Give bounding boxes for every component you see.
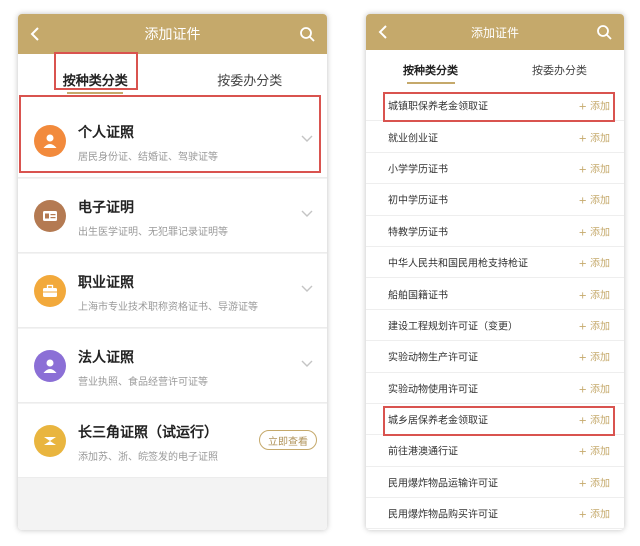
tab-label: 按种类分类 — [403, 64, 458, 77]
back-arrow-icon[interactable] — [376, 24, 392, 40]
header-bar: 添加证件 — [18, 14, 327, 54]
certificate-list: 城镇职保养老金领取证 + 添加 就业创业证 + 添加 小学学历证书 + 添加 初中学历… — [366, 90, 624, 530]
tab-bar: 按种类分类 按委办分类 — [366, 50, 624, 90]
add-button[interactable]: + 添加 — [578, 286, 610, 301]
list-item[interactable]: 建设工程规划许可证（变更） + 添加 — [366, 309, 624, 342]
list-item[interactable]: 就业创业证 + 添加 — [366, 121, 624, 153]
page-title: 添加证件 — [144, 27, 201, 43]
tab-by-department[interactable]: 按委办分类 — [173, 54, 328, 104]
certificate-name: 建设工程规划许可证（变更） — [388, 321, 518, 333]
category-subtitle: 添加苏、浙、皖签发的电子证照 — [78, 452, 218, 463]
certificate-name: 实验动物生产许可证 — [388, 352, 478, 364]
category-title: 电子证明 — [78, 200, 134, 216]
list-item[interactable]: 初中学历证书 + 添加 — [366, 184, 624, 216]
list-item[interactable]: 小学学历证书 + 添加 — [366, 152, 624, 185]
add-button[interactable]: + 添加 — [578, 192, 610, 207]
list-item[interactable]: 民用爆炸物品运输许可证 + 添加 — [366, 466, 624, 499]
category-title: 职业证照 — [78, 275, 134, 291]
view-now-button[interactable]: 立即查看 — [259, 430, 317, 450]
certificate-name: 特教学历证书 — [388, 227, 448, 239]
certificate-name: 小学学历证书 — [388, 164, 448, 176]
add-button[interactable]: + 添加 — [578, 317, 610, 332]
briefcase-icon — [34, 275, 66, 307]
list-item[interactable]: 城镇职保养老金领取证 + 添加 — [366, 90, 624, 122]
add-button[interactable]: + 添加 — [578, 506, 610, 521]
category-row-professional[interactable]: 职业证照 上海市专业技术职称资格证书、导游证等 — [18, 254, 327, 328]
category-subtitle: 上海市专业技术职称资格证书、导游证等 — [78, 302, 258, 313]
list-item[interactable]: 中华人民共和国民用枪支持枪证 + 添加 — [366, 246, 624, 279]
yrd-icon — [34, 425, 66, 457]
company-icon — [34, 350, 66, 382]
right-phone-screen: 添加证件 按种类分类 按委办分类 城镇职保养老金领取证 + 添加 就业创业证 + 添… — [366, 14, 624, 530]
category-row-legal-entity[interactable]: 法人证照 营业执照、食品经营许可证等 — [18, 329, 327, 403]
page-title: 添加证件 — [470, 25, 519, 40]
tab-by-department[interactable]: 按委办分类 — [495, 50, 624, 90]
chevron-down-icon — [301, 285, 313, 292]
add-button[interactable]: + 添加 — [578, 129, 610, 144]
chevron-down-icon — [301, 360, 313, 367]
list-item[interactable]: 特教学历证书 + 添加 — [366, 215, 624, 247]
add-button[interactable]: + 添加 — [578, 349, 610, 364]
search-icon[interactable] — [299, 26, 315, 42]
list-item[interactable]: 实验动物生产许可证 + 添加 — [366, 341, 624, 373]
add-button[interactable]: + 添加 — [578, 223, 610, 238]
certificate-name: 前往港澳通行证 — [388, 446, 458, 458]
add-button[interactable]: + 添加 — [578, 160, 610, 175]
category-title: 法人证照 — [78, 350, 134, 366]
certificate-name: 民用爆炸物品运输许可证 — [388, 478, 498, 490]
certificate-name: 实验动物使用许可证 — [388, 384, 478, 396]
category-row-electronic-proof[interactable]: 电子证明 出生医学证明、无犯罪记录证明等 — [18, 179, 327, 253]
certificate-name: 中华人民共和国民用枪支持枪证 — [388, 258, 528, 270]
person-icon — [34, 125, 66, 157]
category-row-yangtze-delta[interactable]: 长三角证照（试运行） 添加苏、浙、皖签发的电子证照 立即查看 — [18, 404, 327, 478]
tab-underline — [406, 82, 455, 84]
add-button[interactable]: + 添加 — [578, 443, 610, 458]
add-button[interactable]: + 添加 — [578, 255, 610, 270]
certificate-name: 城镇职保养老金领取证 — [388, 101, 488, 113]
list-item[interactable]: 民用爆炸物品购买许可证 + 添加 — [366, 498, 624, 530]
tab-underline — [67, 92, 124, 94]
id-card-icon — [34, 200, 66, 232]
tab-label: 按种类分类 — [62, 73, 128, 89]
left-phone-screen: 添加证件 按种类分类 按委办分类 个人证照 居民身份证、结婚证、驾驶证等 电子证… — [18, 14, 327, 530]
category-list: 个人证照 居民身份证、结婚证、驾驶证等 电子证明 出生医学证明、无犯罪记录证明等… — [18, 104, 327, 530]
certificate-name: 船舶国籍证书 — [388, 290, 448, 302]
category-subtitle: 出生医学证明、无犯罪记录证明等 — [78, 227, 228, 238]
category-title: 长三角证照（试运行） — [78, 425, 218, 441]
tab-by-type[interactable]: 按种类分类 — [366, 50, 495, 90]
add-button[interactable]: + 添加 — [578, 412, 610, 427]
tab-bar: 按种类分类 按委办分类 — [18, 54, 327, 104]
tab-label: 按委办分类 — [532, 64, 587, 77]
search-icon[interactable] — [596, 24, 612, 40]
header-bar: 添加证件 — [366, 14, 624, 50]
certificate-name: 初中学历证书 — [388, 195, 448, 207]
add-button[interactable]: + 添加 — [578, 380, 610, 395]
chevron-down-icon — [301, 210, 313, 217]
category-row-personal[interactable]: 个人证照 居民身份证、结婚证、驾驶证等 — [18, 104, 327, 178]
certificate-name: 民用爆炸物品购买许可证 — [388, 509, 498, 521]
add-button[interactable]: + 添加 — [578, 474, 610, 489]
list-item[interactable]: 实验动物使用许可证 + 添加 — [366, 372, 624, 404]
list-item[interactable]: 前往港澳通行证 + 添加 — [366, 435, 624, 467]
certificate-name: 就业创业证 — [388, 133, 438, 145]
certificate-name: 城乡居保养老金领取证 — [388, 415, 488, 427]
tab-by-type[interactable]: 按种类分类 — [18, 54, 173, 104]
chevron-down-icon — [301, 135, 313, 142]
list-item[interactable]: 船舶国籍证书 + 添加 — [366, 278, 624, 310]
add-button[interactable]: + 添加 — [578, 98, 610, 113]
back-arrow-icon[interactable] — [28, 26, 44, 42]
category-title: 个人证照 — [78, 125, 134, 141]
category-subtitle: 营业执照、食品经营许可证等 — [78, 377, 208, 388]
list-item[interactable]: 城乡居保养老金领取证 + 添加 — [366, 403, 624, 436]
category-subtitle: 居民身份证、结婚证、驾驶证等 — [78, 152, 218, 163]
tab-label: 按委办分类 — [217, 73, 283, 89]
